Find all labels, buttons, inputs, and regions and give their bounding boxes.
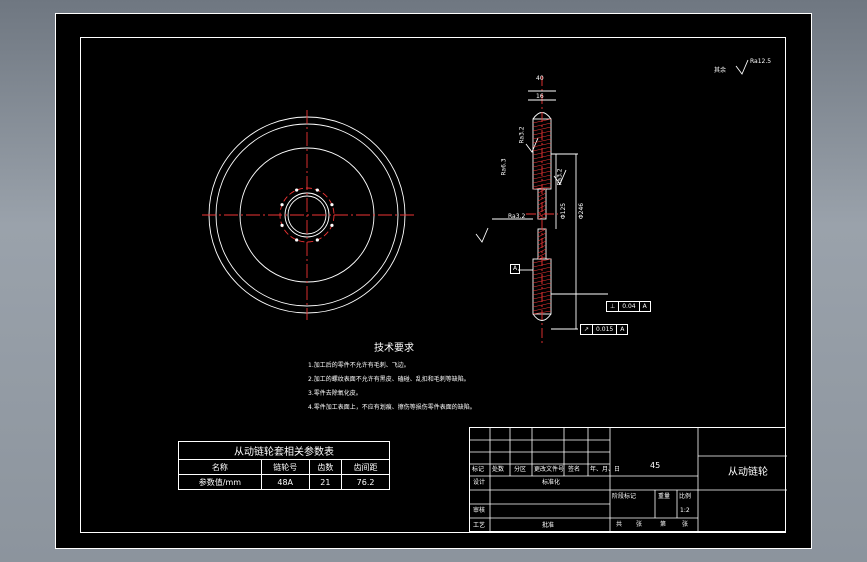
param-cell: 21 bbox=[308, 474, 343, 490]
tb-label: 签名 bbox=[568, 466, 581, 473]
tb-sheets: 张 bbox=[636, 521, 643, 528]
bolt-hole bbox=[315, 188, 319, 192]
bolt-hole bbox=[280, 223, 284, 227]
tb-approve: 批准 bbox=[542, 522, 555, 529]
ra-mid: Ra6.3 bbox=[500, 158, 508, 176]
tb-label: 处数 bbox=[492, 466, 505, 473]
tb-part-name: 从动链轮 bbox=[728, 467, 768, 478]
tb-review: 审核 bbox=[473, 507, 486, 514]
param-table-title: 从动链轮套相关参数表 bbox=[178, 441, 390, 460]
tb-process: 工艺 bbox=[473, 522, 486, 529]
tb-standard: 标准化 bbox=[542, 479, 561, 486]
tech-item: 2.加工的螺纹表面不允许有黑皮、磕碰、乱扣和毛刺等缺陷。 bbox=[308, 376, 470, 383]
tech-title: 技术要求 bbox=[374, 343, 414, 354]
tb-sheets: 张 bbox=[682, 521, 689, 528]
bolt-hole bbox=[330, 223, 334, 227]
bolt-hole bbox=[295, 238, 299, 242]
param-cell: 76.2 bbox=[341, 474, 390, 490]
tb-label: 分区 bbox=[514, 466, 527, 473]
ra-right: Ra3.2 bbox=[556, 168, 564, 186]
tb-scale: 比例 bbox=[679, 493, 692, 500]
dim-top1: 40 bbox=[536, 75, 544, 82]
param-header: 齿间距 bbox=[341, 459, 390, 475]
bolt-hole bbox=[315, 238, 319, 242]
datum-a: A bbox=[510, 264, 521, 274]
param-cell: 参数值/mm bbox=[178, 474, 262, 490]
tech-item: 4.零件加工表面上，不应有划痕、擦伤等损伤零件表面的缺陷。 bbox=[308, 404, 476, 411]
tb-design: 设计 bbox=[473, 479, 486, 486]
tech-item: 1.加工后的零件不允许有毛刺、飞边。 bbox=[308, 362, 410, 369]
title-block-grid bbox=[470, 428, 787, 533]
param-table: 从动链轮套相关参数表 名称 链轮号 齿数 齿间距 参数值/mm 48A 21 7… bbox=[178, 441, 390, 490]
tb-scale-value: 1:2 bbox=[680, 507, 690, 514]
param-header: 名称 bbox=[178, 459, 262, 475]
tb-label: 更改文件号 bbox=[534, 466, 565, 473]
ra-left: Ra3.2 bbox=[518, 126, 526, 144]
tb-material: 45 bbox=[650, 461, 661, 470]
surface-finish-prefix: 其余 bbox=[714, 67, 727, 74]
bore-dim: Φ125 bbox=[560, 202, 568, 220]
param-header: 齿数 bbox=[308, 459, 343, 475]
param-cell: 48A bbox=[260, 474, 310, 490]
tolerance-frame-2: ↗ 0.015 A bbox=[580, 324, 629, 335]
ra-hub: Ra3.2 bbox=[508, 213, 526, 220]
title-block: 标记 处数 分区 更改文件号 签名 年、月、日 设计 标准化 审核 工艺 批准 … bbox=[469, 427, 787, 533]
dim-top2: 16 bbox=[536, 93, 544, 100]
tb-sheets: 共 bbox=[616, 521, 623, 528]
tb-sheets: 第 bbox=[660, 521, 667, 528]
tech-list: 1.加工后的零件不允许有毛刺、飞边。 2.加工的螺纹表面不允许有黑皮、磕碰、乱扣… bbox=[308, 360, 558, 416]
tolerance-frame-1: ⊥ 0.04 A bbox=[606, 301, 651, 312]
bolt-hole bbox=[280, 203, 284, 207]
tb-weight: 重量 bbox=[658, 493, 671, 500]
bolt-hole bbox=[330, 203, 334, 207]
tb-stage: 阶段标记 bbox=[612, 493, 637, 500]
drawing-sheet: 其余 Ra12.5 40 16 Ra3.2 Ra3.2 Ra6.3 Ra3.2 … bbox=[55, 13, 812, 549]
bolt-hole bbox=[295, 188, 299, 192]
tech-item: 3.零件去除氧化皮。 bbox=[308, 390, 362, 397]
tb-label: 标记 bbox=[472, 466, 485, 473]
outer-dim: Φ246 bbox=[578, 202, 586, 220]
tb-label: 年、月、日 bbox=[590, 466, 621, 473]
param-header: 链轮号 bbox=[260, 459, 310, 475]
surface-finish-value: Ra12.5 bbox=[750, 58, 772, 65]
